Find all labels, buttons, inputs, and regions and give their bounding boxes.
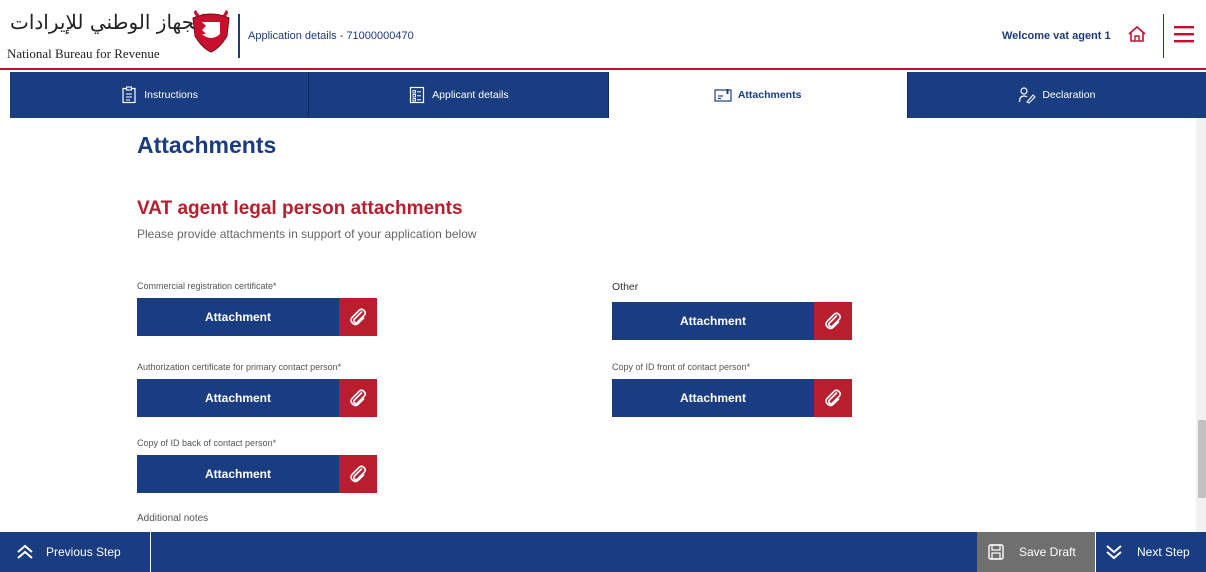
menu-divider — [1163, 14, 1164, 58]
attachment-field-id-back: Copy of ID back of contact person* Attac… — [137, 438, 377, 493]
tab-instructions[interactable]: Instructions — [10, 72, 310, 118]
field-label: Other — [612, 281, 639, 293]
field-label: Commercial registration certificate* — [137, 281, 277, 291]
attachment-button[interactable]: Attachment — [612, 302, 814, 340]
field-label: Authorization certificate for primary co… — [137, 362, 342, 372]
double-chevron-up-icon — [17, 544, 33, 559]
attachment-row: Attachment — [612, 302, 852, 340]
attachment-row: Attachment — [137, 298, 377, 336]
attachment-row: Attachment — [137, 379, 377, 417]
paperclip-icon — [350, 389, 367, 407]
header-divider — [238, 14, 240, 58]
tab-applicant-details[interactable]: Applicant details — [309, 72, 609, 118]
attachment-row: Attachment — [612, 379, 852, 417]
page: الجهاز الوطني للإيرادات National Bureau … — [0, 0, 1206, 572]
attachment-field-id-front: Copy of ID front of contact person* Atta… — [612, 362, 852, 417]
clipboard-icon — [122, 86, 136, 104]
logo-english-text: National Bureau for Revenue — [7, 46, 160, 61]
attachment-button[interactable]: Attachment — [137, 455, 339, 493]
logo-arabic-text: الجهاز الوطني للإيرادات — [10, 10, 207, 34]
floppy-disk-icon — [988, 544, 1004, 560]
paperclip-button[interactable] — [339, 455, 377, 493]
header: الجهاز الوطني للإيرادات National Bureau … — [0, 0, 1206, 70]
paperclip-button[interactable] — [339, 379, 377, 417]
attachment-field-other: Other Attachment — [612, 281, 852, 340]
section-title: VAT agent legal person attachments — [137, 198, 463, 219]
double-chevron-down-icon — [1106, 545, 1122, 560]
attachment-button[interactable]: Attachment — [612, 379, 814, 417]
previous-step-label: Previous Step — [46, 545, 121, 559]
attachment-field-commercial-registration: Commercial registration certificate* Att… — [137, 281, 377, 336]
tab-label: Declaration — [1042, 89, 1096, 101]
tab-label: Attachments — [737, 89, 802, 101]
emblem-icon — [192, 10, 230, 53]
home-icon[interactable] — [1127, 24, 1147, 44]
attachment-field-authorization-certificate: Authorization certificate for primary co… — [137, 362, 377, 417]
field-label: Copy of ID back of contact person* — [137, 438, 277, 448]
paperclip-icon — [825, 312, 842, 330]
application-details-title: Application details - 71000000470 — [248, 30, 414, 42]
paperclip-icon — [350, 465, 367, 483]
page-title: Attachments — [137, 132, 277, 158]
tab-label: Instructions — [144, 89, 198, 101]
step-tabs: Instructions Applicant details Attachmen… — [10, 72, 1206, 118]
save-draft-label: Save Draft — [1019, 545, 1076, 559]
attachment-button[interactable]: Attachment — [137, 379, 339, 417]
scrollbar-thumb[interactable] — [1198, 420, 1206, 498]
attachment-card-icon — [714, 89, 732, 102]
attachment-button[interactable]: Attachment — [137, 298, 339, 336]
next-step-label: Next Step — [1137, 545, 1190, 559]
tab-label: Applicant details — [432, 89, 509, 101]
tab-attachments[interactable]: Attachments — [608, 72, 908, 118]
section-subtitle: Please provide attachments in support of… — [137, 227, 477, 241]
logo[interactable]: الجهاز الوطني للإيرادات National Bureau … — [6, 6, 231, 62]
field-label: Copy of ID front of contact person* — [612, 362, 751, 372]
checklist-icon — [410, 86, 425, 104]
paperclip-icon — [350, 308, 367, 326]
paperclip-icon — [825, 389, 842, 407]
next-step-button[interactable]: Next Step — [1097, 532, 1206, 572]
tab-declaration[interactable]: Declaration — [908, 72, 1206, 118]
previous-step-button[interactable]: Previous Step — [0, 532, 151, 572]
paperclip-button[interactable] — [814, 302, 852, 340]
paperclip-button[interactable] — [814, 379, 852, 417]
additional-notes-label: Additional notes — [137, 513, 209, 524]
welcome-text: Welcome vat agent 1 — [1002, 30, 1111, 42]
hamburger-menu-icon[interactable] — [1173, 24, 1195, 44]
save-draft-button[interactable]: Save Draft — [977, 532, 1096, 572]
paperclip-button[interactable] — [339, 298, 377, 336]
attachment-row: Attachment — [137, 455, 377, 493]
footer-bar: Previous Step Save Draft Next Step — [0, 532, 1206, 572]
signature-icon — [1019, 87, 1037, 104]
